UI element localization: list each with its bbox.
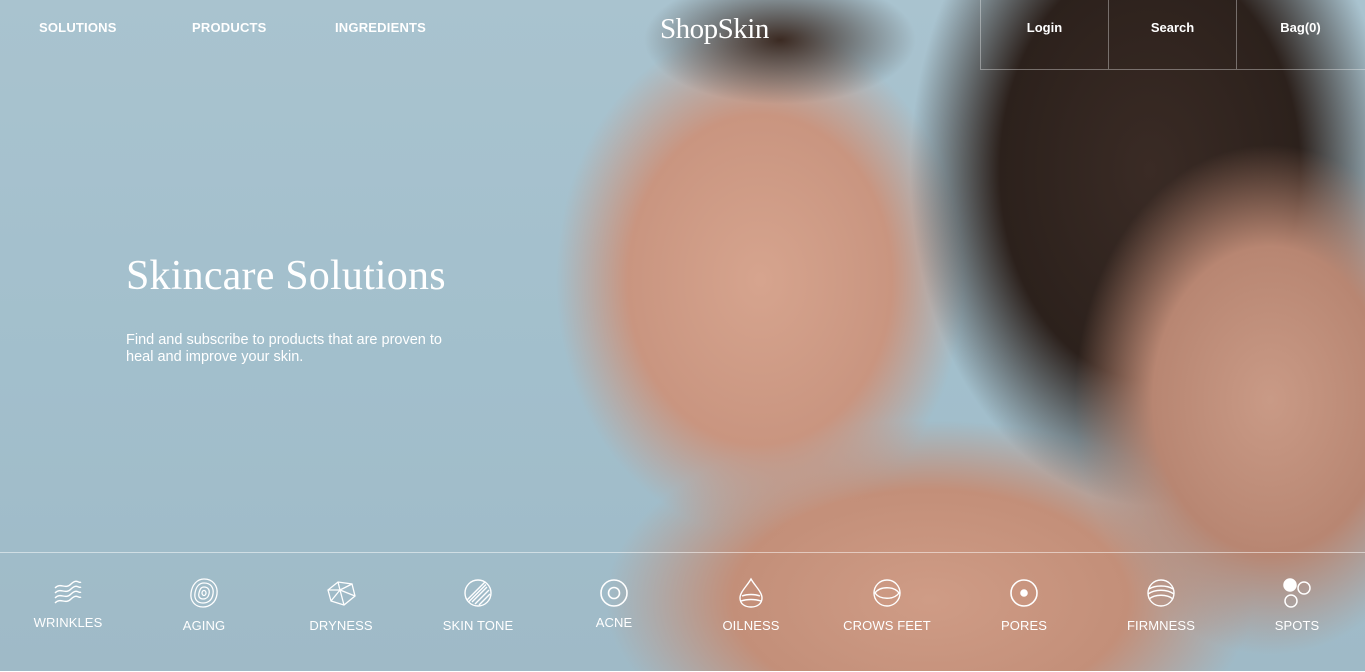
bag-link[interactable]: Bag(0) [1236, 0, 1364, 69]
concern-dryness[interactable]: DRYNESS [286, 553, 396, 672]
skin-tone-icon [464, 579, 492, 607]
account-nav: Login Search Bag(0) [980, 0, 1365, 70]
concern-label: DRYNESS [309, 618, 373, 633]
concern-label: CROWS FEET [843, 618, 931, 633]
dryness-icon [327, 581, 356, 606]
concern-wrinkles[interactable]: WRINKLES [13, 553, 123, 672]
wrinkles-icon [54, 580, 82, 604]
concern-label: FIRMNESS [1127, 618, 1195, 633]
shopskin-logo[interactable]: ShopSkin [660, 13, 769, 46]
concern-label: WRINKLES [33, 615, 103, 630]
login-link[interactable]: Login [980, 0, 1108, 69]
concern-pores[interactable]: PORES [969, 553, 1079, 672]
hero-subtitle: Find and subscribe to products that are … [126, 332, 442, 365]
concern-label: SPOTS [1274, 618, 1320, 633]
concern-label: ACNE [595, 615, 633, 630]
nav-ingredients-link[interactable]: INGREDIENTS [335, 20, 426, 35]
hero-title: Skincare Solutions [126, 253, 446, 299]
pores-icon [1010, 579, 1038, 607]
concern-firmness[interactable]: FIRMNESS [1106, 553, 1216, 672]
concern-label: PORES [1000, 618, 1047, 633]
skin-concerns-bar: WRINKLES AGING DRYNESS SKIN TONE ACNE OI… [0, 552, 1365, 672]
crows-feet-icon [873, 579, 901, 607]
concern-label: AGING [182, 618, 226, 633]
acne-icon [600, 579, 628, 607]
aging-icon [190, 578, 218, 608]
concern-label: SKIN TONE [442, 618, 514, 633]
firmness-icon [1147, 579, 1175, 607]
concern-label: OILNESS [722, 618, 780, 633]
spots-icon [1283, 578, 1311, 608]
oilness-icon [739, 577, 763, 608]
concern-aging[interactable]: AGING [149, 553, 259, 672]
concern-oilness[interactable]: OILNESS [696, 553, 806, 672]
concern-spots[interactable]: SPOTS [1242, 553, 1352, 672]
nav-solutions-link[interactable]: SOLUTIONS [39, 20, 117, 35]
concern-acne[interactable]: ACNE [559, 553, 669, 672]
nav-products-link[interactable]: PRODUCTS [192, 20, 267, 35]
concern-skin-tone[interactable]: SKIN TONE [423, 553, 533, 672]
search-link[interactable]: Search [1108, 0, 1236, 69]
concern-crows-feet[interactable]: CROWS FEET [832, 553, 942, 672]
